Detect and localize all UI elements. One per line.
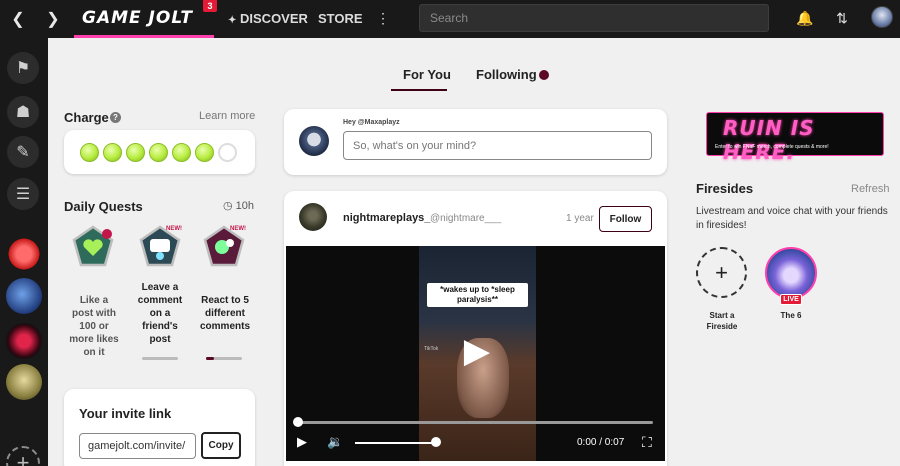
volume-icon[interactable]: 🔉: [327, 434, 343, 450]
bell-icon[interactable]: 🔔: [795, 8, 815, 28]
bag-icon: ☗: [15, 104, 31, 121]
compose-card: Hey @Maxaplayz So, what's on your mind?: [284, 109, 667, 175]
add-community-button[interactable]: +: [6, 446, 40, 466]
game-jolt-logo[interactable]: GAME JOLT 3: [74, 0, 217, 38]
firesides-title: Firesides: [696, 181, 754, 196]
following-unread-dot: [539, 70, 549, 80]
fullscreen-icon[interactable]: ⛶: [642, 434, 652, 451]
barcode-icon: ☰: [15, 186, 31, 203]
rail-edit-button[interactable]: ✎: [7, 136, 39, 168]
activity-icon[interactable]: ⇅: [832, 8, 852, 28]
invite-title: Your invite link: [79, 406, 172, 421]
quest-icon-like[interactable]: [71, 225, 115, 269]
copy-button[interactable]: Copy: [201, 432, 241, 459]
rail-grid-button[interactable]: ☰: [7, 178, 39, 210]
firesides-description: Livestream and voice chat with your frie…: [696, 206, 888, 231]
compose-input[interactable]: So, what's on your mind?: [343, 131, 652, 160]
daily-quests-title: Daily Quests: [64, 199, 143, 214]
quest-progress-react: [206, 357, 242, 360]
user-avatar[interactable]: [871, 6, 893, 28]
rail-home-button[interactable]: ⚑: [7, 52, 39, 84]
nav-discover-label: DISCOVER: [240, 11, 308, 26]
charge-orb-empty: [218, 143, 237, 162]
quest-timer: ◷ 10h: [223, 199, 254, 212]
video-time: 0:00 / 0:07: [577, 437, 625, 448]
charge-card: [64, 130, 255, 174]
quest-badge-comment: NEW!: [166, 226, 182, 232]
video-progress-bar[interactable]: [297, 421, 653, 424]
active-tab-indicator: [391, 89, 447, 91]
charge-orb-filled: [80, 143, 99, 162]
top-bar: ❮ ❯ GAME JOLT 3 ✦ DISCOVER STORE ⋮ Searc…: [0, 0, 900, 38]
video-player[interactable]: *wakes up to *sleep paralysis** TikTok ▶…: [286, 246, 665, 461]
charge-orb-filled: [172, 143, 191, 162]
quest-text-comment: Leave a comment on a friend's post: [137, 282, 183, 345]
quest-badge-react: NEW!: [230, 226, 246, 232]
play-icon[interactable]: ▶: [297, 434, 307, 450]
post-username[interactable]: nightmareplays_: [343, 212, 430, 224]
promo-subtitle: Enter to win FNaF merch, complete quests…: [715, 144, 829, 150]
rail-community-blue[interactable]: [6, 278, 42, 314]
fireside-avatar-the6[interactable]: [765, 247, 817, 299]
notification-count-badge: 3: [203, 0, 217, 12]
promo-banner[interactable]: RUIN IS HERE. Enter to win FNaF merch, c…: [706, 112, 884, 164]
invite-card: Your invite link gamejolt.com/invite/ Co…: [64, 389, 255, 466]
rail-community-red[interactable]: [6, 323, 42, 359]
rail-community-fnaf[interactable]: [6, 236, 42, 272]
charge-title: Charge: [64, 110, 109, 125]
logo-text: GAME JOLT: [82, 7, 193, 28]
compose-greeting: Hey @Maxaplayz: [343, 119, 400, 126]
nav-discover[interactable]: ✦ DISCOVER: [228, 11, 308, 26]
volume-slider[interactable]: [355, 442, 435, 444]
quest-text-react: React to 5 different comments: [199, 295, 250, 332]
fireside-name-the6: The 6: [780, 311, 802, 320]
quest-text-like: Like a post with 100 or more likes on it: [69, 295, 119, 358]
charge-orb-filled: [126, 143, 145, 162]
video-caption: *wakes up to *sleep paralysis**: [427, 283, 528, 307]
tiktok-watermark: TikTok: [424, 346, 439, 352]
rail-community-yellow[interactable]: [6, 364, 42, 400]
quest-progress-react-fill: [206, 357, 214, 360]
discover-icon: ✦: [228, 15, 237, 26]
charge-orb-filled: [103, 143, 122, 162]
pencil-icon: ✎: [16, 144, 30, 161]
charge-orb-filled: [195, 143, 214, 162]
clock-icon: ◷: [223, 200, 233, 212]
quest-progress-comment: [142, 357, 178, 360]
post-author-avatar[interactable]: [299, 203, 327, 231]
rail-library-button[interactable]: ☗: [7, 96, 39, 128]
search-input[interactable]: Search: [419, 4, 769, 32]
quest-time-left: 10h: [235, 200, 255, 212]
follow-button[interactable]: Follow: [599, 206, 652, 232]
tab-following[interactable]: Following: [476, 67, 537, 82]
post-card: nightmareplays_ @nightmare___ 1 year Fol…: [284, 191, 667, 466]
home-icon: ⚑: [15, 60, 31, 77]
play-overlay-icon[interactable]: ▶: [458, 332, 496, 370]
live-badge: LIVE: [780, 294, 802, 305]
back-arrow-icon[interactable]: ❮: [7, 8, 29, 30]
post-time: 1 year: [566, 213, 594, 224]
start-fireside-button[interactable]: +: [696, 247, 747, 298]
nav-store[interactable]: STORE: [318, 11, 363, 26]
volume-handle[interactable]: [431, 437, 441, 447]
video-progress-handle[interactable]: [293, 417, 303, 427]
help-icon[interactable]: ?: [110, 112, 121, 123]
compose-avatar: [299, 126, 329, 156]
forward-arrow-icon[interactable]: ❯: [42, 8, 64, 30]
learn-more-link[interactable]: Learn more: [199, 110, 255, 122]
tab-for-you[interactable]: For You: [403, 67, 451, 82]
promo-title: RUIN IS HERE.: [723, 116, 815, 164]
charge-orb-filled: [149, 143, 168, 162]
plus-icon: +: [16, 450, 30, 466]
left-rail: ⚑ ☗ ✎ ☰ +: [0, 38, 48, 466]
post-handle[interactable]: @nightmare___: [430, 213, 501, 224]
firesides-refresh[interactable]: Refresh: [851, 183, 890, 195]
more-options-icon[interactable]: ⋮: [373, 8, 393, 28]
invite-link-field[interactable]: gamejolt.com/invite/: [79, 433, 196, 459]
plus-icon: +: [715, 259, 728, 285]
start-fireside-label: Start a Fireside: [706, 311, 738, 331]
